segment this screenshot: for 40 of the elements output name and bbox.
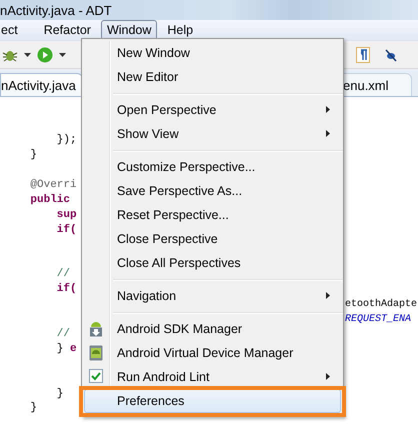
code-text: if(: [56, 283, 77, 296]
caret-icon[interactable]: [24, 52, 31, 56]
code-text: if(: [56, 224, 77, 236]
menu-item[interactable]: Navigation: [84, 284, 341, 308]
menu-bar-item[interactable]: Help: [161, 20, 200, 40]
code-text: } e: [56, 342, 77, 355]
code-text: etoothAdapte: [345, 298, 418, 310]
menu-item[interactable]: Open Perspective: [84, 98, 341, 122]
code-text: //: [56, 268, 70, 280]
menu-bar-item[interactable]: ect: [0, 20, 24, 40]
menu-item[interactable]: Android Virtual Device Manager: [84, 341, 341, 365]
code-text: //: [56, 328, 70, 340]
menu-item[interactable]: Close Perspective: [84, 227, 341, 251]
caret-icon[interactable]: [59, 52, 66, 56]
window-title: nActivity.java - ADT: [0, 2, 112, 18]
hidden-icon[interactable]: [384, 48, 398, 62]
menu-item[interactable]: Show View: [84, 122, 341, 146]
code-text: });: [56, 134, 77, 146]
menu-item[interactable]: Close All Perspectives: [84, 251, 341, 275]
menu-item[interactable]: Android SDK Manager: [84, 317, 341, 341]
code-text: }: [56, 388, 64, 400]
menu-bar-item[interactable]: Window: [100, 20, 158, 40]
menu-item[interactable]: Save Perspective As...: [84, 179, 341, 203]
menu-item[interactable]: Reset Perspective...: [84, 203, 341, 227]
code-text: public: [29, 194, 70, 206]
menu-item[interactable]: Customize Perspective...: [84, 155, 341, 179]
code-text: }: [29, 149, 38, 162]
pilcrow-icon[interactable]: [356, 46, 370, 62]
menu-item[interactable]: New Editor: [84, 65, 341, 89]
editor-tab[interactable]: nActivity.java: [0, 73, 83, 96]
code-text: REQUEST_ENA: [345, 314, 412, 325]
code-text: sup: [56, 208, 77, 221]
checkbox-icon: [89, 369, 103, 383]
code-text: @Overri: [29, 179, 77, 192]
menu-item[interactable]: Run Android Lint: [84, 365, 341, 389]
android-device-icon: [89, 345, 103, 361]
download-icon: [89, 321, 103, 337]
menu-bar-item[interactable]: Refactor: [38, 20, 97, 40]
code-text: }: [29, 402, 38, 414]
play-icon[interactable]: [37, 46, 53, 62]
